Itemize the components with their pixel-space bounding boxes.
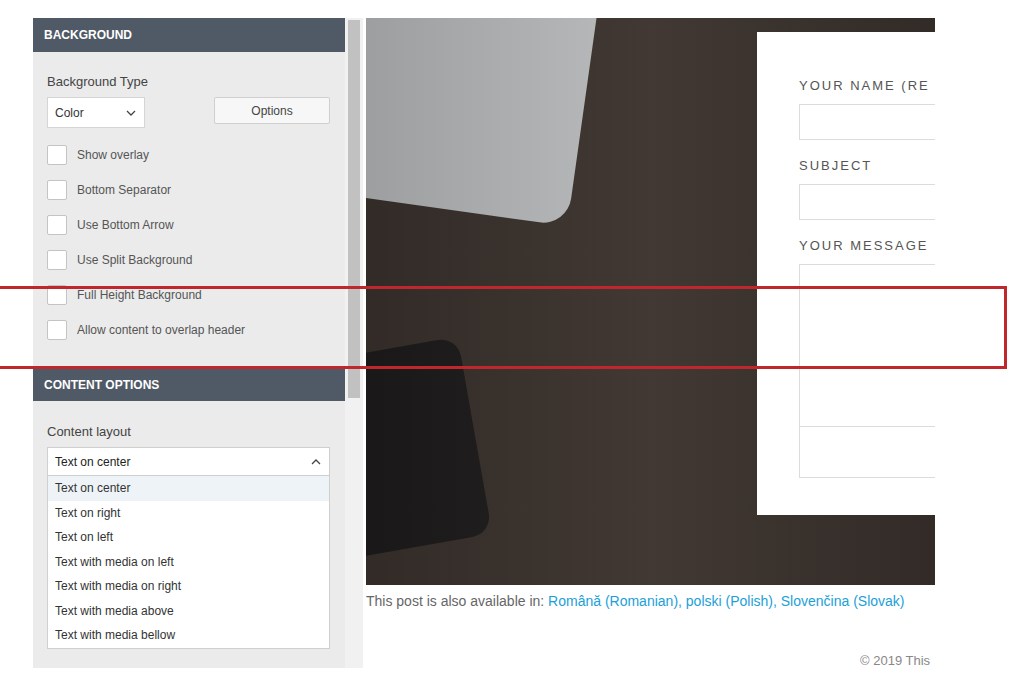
section-header: CONTENT OPTIONS xyxy=(33,369,345,401)
dropdown-option[interactable]: Text on center xyxy=(48,476,329,501)
language-link[interactable]: polski (Polish) xyxy=(686,593,773,609)
form-label: YOUR MESSAGE xyxy=(799,238,935,254)
checkbox-row[interactable]: Show overlay xyxy=(47,137,331,172)
field-label: Background Type xyxy=(47,73,331,91)
select-value: Color xyxy=(55,104,84,122)
content-section: Content layoutText on centerText on cent… xyxy=(33,401,345,649)
checkbox-label: Allow content to overlap header xyxy=(77,321,245,339)
dropdown-list: Text on centerText on rightText on leftT… xyxy=(47,476,330,649)
language-links: This post is also available in: Română (… xyxy=(366,591,935,611)
checkbox[interactable] xyxy=(47,215,67,235)
checkbox[interactable] xyxy=(47,320,67,340)
page-preview: YOUR NAME (RE SUBJECT YOUR MESSAGE This po… xyxy=(366,18,935,671)
section-header: BACKGROUND xyxy=(33,18,345,52)
scrollbar[interactable] xyxy=(345,18,363,668)
scrollbar-thumb[interactable] xyxy=(348,20,360,398)
checkbox-label: Use Bottom Arrow xyxy=(77,216,174,234)
background-type-select[interactable]: Color xyxy=(47,97,145,128)
field-label: Content layout xyxy=(47,423,331,441)
separator: , xyxy=(678,593,686,609)
background-photo: YOUR NAME (RE SUBJECT YOUR MESSAGE xyxy=(366,18,935,585)
form-label: SUBJECT xyxy=(799,158,935,174)
settings-panel: BACKGROUND Background Type Color Options Sho… xyxy=(33,18,345,668)
dropdown-option[interactable]: Text with media on right xyxy=(48,574,329,599)
separator: , xyxy=(773,593,781,609)
checkbox-label: Bottom Separator xyxy=(77,181,171,199)
checkbox[interactable] xyxy=(47,145,67,165)
form-label: YOUR NAME (RE xyxy=(799,78,935,94)
dropdown-option[interactable]: Text on left xyxy=(48,525,329,550)
content-layout-select[interactable]: Text on center xyxy=(47,447,330,476)
text-input[interactable] xyxy=(799,184,935,220)
page: BACKGROUND Background Type Color Options Sho… xyxy=(0,0,1018,698)
layout: BACKGROUND Background Type Color Options Sho… xyxy=(0,0,1018,671)
checkbox-row[interactable]: Allow content to overlap header xyxy=(47,312,331,347)
dropdown-option[interactable]: Text with media bellow xyxy=(48,623,329,648)
languages-prefix: This post is also available in: xyxy=(366,593,548,609)
checkbox-row[interactable]: Use Bottom Arrow xyxy=(47,207,331,242)
textarea-divider xyxy=(800,426,935,427)
contact-form-card: YOUR NAME (RE SUBJECT YOUR MESSAGE xyxy=(757,32,935,515)
language-link[interactable]: Română (Romanian) xyxy=(548,593,678,609)
options-button[interactable]: Options xyxy=(214,97,330,124)
footer: © 2019 This xyxy=(366,651,935,671)
checkbox-row[interactable]: Bottom Separator xyxy=(47,172,331,207)
checkbox-list: Show overlay Bottom Separator Use Bottom A… xyxy=(47,137,331,347)
checkbox-row[interactable]: Full Height Background xyxy=(47,277,331,312)
message-textarea[interactable] xyxy=(799,264,935,478)
language-link[interactable]: Slovenčina (Slovak) xyxy=(781,593,905,609)
annotation-box xyxy=(0,286,1007,369)
text-input[interactable] xyxy=(799,104,935,140)
background-type-row: Color Options xyxy=(47,97,331,128)
checkbox[interactable] xyxy=(47,250,67,270)
checkbox-label: Use Split Background xyxy=(77,251,192,269)
background-section: Background Type Color Options Show overlay B… xyxy=(33,52,345,347)
checkbox-row[interactable]: Use Split Background xyxy=(47,242,331,277)
chevron-up-icon[interactable] xyxy=(311,459,321,465)
chevron-down-icon[interactable] xyxy=(126,110,136,116)
dropdown-option[interactable]: Text with media above xyxy=(48,599,329,624)
checkbox[interactable] xyxy=(47,180,67,200)
dropdown-option[interactable]: Text on right xyxy=(48,501,329,526)
select-value: Text on center xyxy=(55,453,130,471)
checkbox-label: Show overlay xyxy=(77,146,149,164)
dropdown-option[interactable]: Text with media on left xyxy=(48,550,329,575)
